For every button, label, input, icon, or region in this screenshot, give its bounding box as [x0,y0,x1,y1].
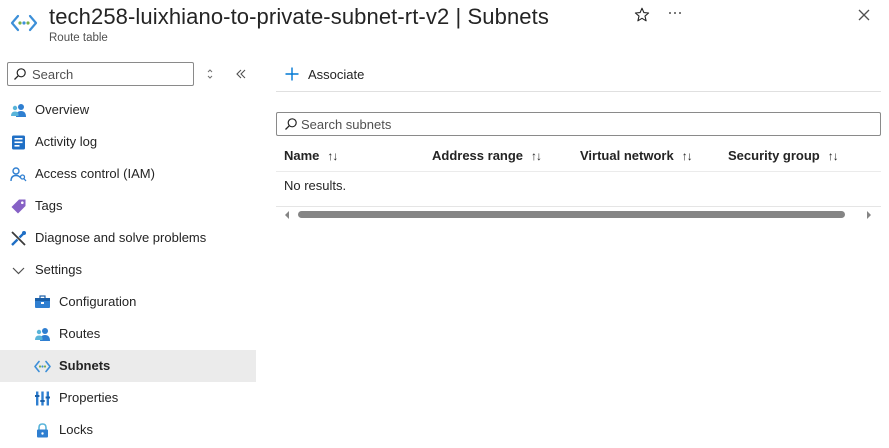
overview-icon [11,104,26,117]
column-header-label: Address range [432,148,524,163]
lock-icon [37,423,48,438]
sidebar-item-overview[interactable]: Overview [0,94,256,126]
tag-icon [11,199,26,214]
column-header-label: Security group [728,148,820,163]
routes-icon [35,328,50,341]
sidebar-item-label: Access control (IAM) [35,166,155,181]
activity-log-icon [12,135,25,150]
sidebar-search-input[interactable]: Search [7,62,194,86]
sidebar-item-locks[interactable]: Locks [0,414,256,446]
column-header-label: Name [284,148,320,163]
sidebar-search-placeholder: Search [32,67,74,82]
sidebar-item-label: Locks [59,422,93,437]
page-title: tech258-luixhiano-to-private-subnet-rt-v… [49,4,549,29]
access-control-icon [10,167,27,182]
sort-icon: ↑↓ [531,148,542,163]
wrench-icon [11,231,26,246]
column-header-name[interactable]: Name ↑↓ [284,148,338,163]
chevron-down-icon [12,267,25,275]
associate-button[interactable]: Associate [284,64,364,84]
main-content: Associate Search subnets Name ↑↓ Address… [276,56,881,448]
subnets-icon [34,360,51,373]
sidebar-item-access-control[interactable]: Access control (IAM) [0,158,256,190]
sidebar-item-tags[interactable]: Tags [0,190,256,222]
subnet-search-placeholder: Search subnets [301,117,392,132]
sidebar-item-subnets[interactable]: Subnets [0,350,256,382]
associate-button-label: Associate [308,66,365,82]
sidebar: Search Overview Activity log Access cont… [0,56,256,448]
sidebar-item-label: Configuration [59,294,137,309]
scroll-right-icon[interactable] [865,210,873,220]
sidebar-item-label: Properties [59,390,119,405]
star-icon[interactable] [633,6,651,24]
sidebar-item-diagnose[interactable]: Diagnose and solve problems [0,222,256,254]
search-icon [285,118,297,130]
sidebar-item-label: Tags [35,198,63,213]
sort-icon: ↑↓ [827,148,839,163]
page-header: tech258-luixhiano-to-private-subnet-rt-v… [0,0,889,56]
ellipsis-icon[interactable] [666,4,684,22]
search-icon [14,68,26,80]
column-header-label: Virtual network [580,148,674,163]
horizontal-scrollbar[interactable] [276,206,881,222]
sidebar-item-label: Subnets [59,358,111,373]
sort-icon: ↑↓ [681,148,693,163]
double-chevron-left-icon[interactable] [233,66,249,82]
sidebar-item-properties[interactable]: Properties [0,382,256,414]
page-subtitle: Route table [49,32,108,44]
sidebar-item-routes[interactable]: Routes [0,318,256,350]
subnet-search-input[interactable]: Search subnets [276,112,881,136]
sidebar-item-label: Activity log [35,134,98,149]
sort-icon: ↑↓ [327,148,338,163]
column-header-address-range[interactable]: Address range ↑↓ [432,148,542,163]
sidebar-group-settings[interactable]: Settings [0,254,256,286]
scrollbar-thumb[interactable] [298,211,845,218]
empty-state-text: No results. [284,178,347,193]
sidebar-item-configuration[interactable]: Configuration [0,286,256,318]
sidebar-item-label: Routes [59,326,101,341]
column-header-security-group[interactable]: Security group ↑↓ [728,148,839,163]
column-header-virtual-network[interactable]: Virtual network ↑↓ [580,148,693,163]
grid-header: Name ↑↓ Address range ↑↓ Virtual network… [276,140,881,172]
sidebar-item-label: Diagnose and solve problems [35,230,207,245]
close-icon[interactable] [855,6,873,24]
command-bar: Associate [276,56,881,92]
properties-icon [35,391,50,406]
scroll-left-icon[interactable] [283,210,291,220]
plus-icon [285,67,299,81]
sidebar-item-activity-log[interactable]: Activity log [0,126,256,158]
sidebar-item-label: Settings [35,262,82,277]
configuration-icon [35,295,50,308]
route-table-icon [10,14,38,32]
collapse-expand-icon[interactable] [203,67,217,81]
sidebar-item-label: Overview [35,102,90,117]
